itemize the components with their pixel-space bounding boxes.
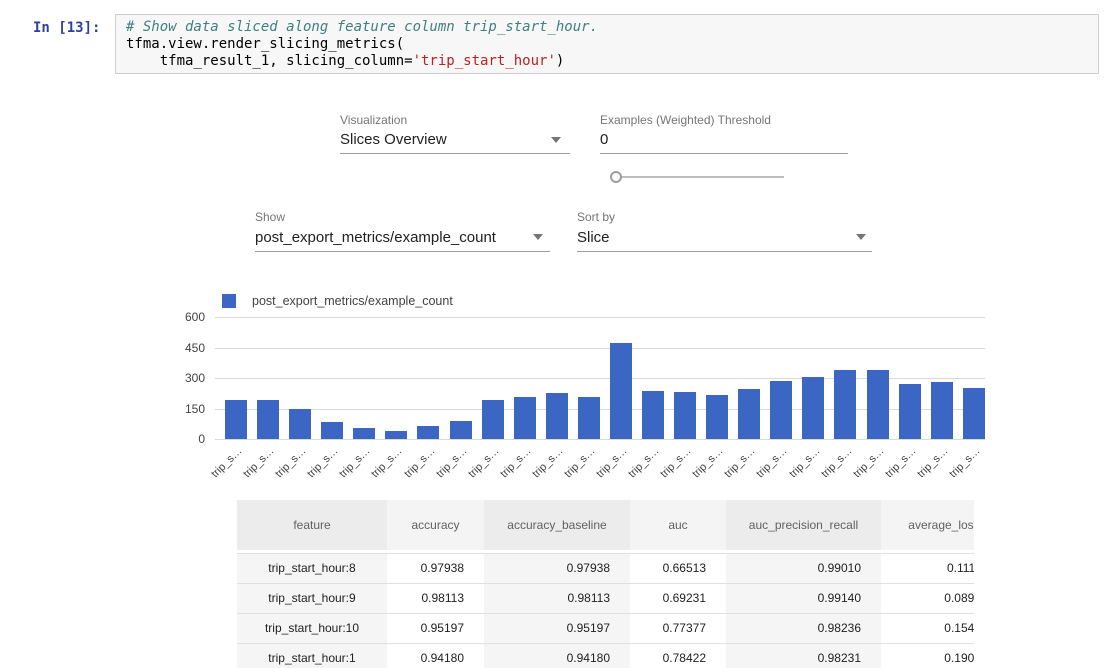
- bar[interactable]: [578, 397, 600, 439]
- bar[interactable]: [706, 395, 728, 439]
- bar[interactable]: [931, 382, 953, 439]
- table-row[interactable]: trip_start_hour:10.941800.941800.784220.…: [237, 643, 974, 668]
- chart-bars: [225, 317, 985, 439]
- bar[interactable]: [738, 389, 760, 439]
- table-header-cell[interactable]: auc_precision_recall: [726, 500, 881, 550]
- table-header-row: featureaccuracyaccuracy_baselineaucauc_p…: [237, 500, 974, 550]
- table-header-cell[interactable]: accuracy_baseline: [484, 500, 630, 550]
- sortby-chevron-down-icon[interactable]: [856, 234, 866, 240]
- bar[interactable]: [867, 370, 889, 439]
- threshold-input[interactable]: 0: [600, 131, 608, 148]
- bar[interactable]: [610, 343, 632, 439]
- visualization-underline: [340, 153, 570, 154]
- bar[interactable]: [674, 392, 696, 439]
- code-string: 'trip_start_hour': [413, 53, 556, 69]
- table-row[interactable]: trip_start_hour:100.951970.951970.773770…: [237, 613, 974, 643]
- threshold-label: Examples (Weighted) Threshold: [600, 113, 771, 127]
- metric-cell: 0.99010: [726, 554, 881, 583]
- metric-cell: 0.97938: [484, 554, 630, 583]
- table-row[interactable]: trip_start_hour:90.981130.981130.692310.…: [237, 583, 974, 613]
- sortby-underline: [577, 251, 872, 252]
- code-line3-pre: tfma_result_1, slicing_column=: [126, 53, 413, 69]
- table-body: trip_start_hour:80.979380.979380.665130.…: [237, 553, 974, 668]
- bar[interactable]: [257, 400, 279, 439]
- metric-cell: 0.97938: [387, 554, 484, 583]
- show-chevron-down-icon[interactable]: [533, 234, 543, 240]
- visualization-label: Visualization: [340, 113, 407, 127]
- bar[interactable]: [770, 381, 792, 439]
- metric-cell: 0.66513: [630, 554, 726, 583]
- bar[interactable]: [642, 391, 664, 439]
- sortby-select[interactable]: Slice: [577, 229, 610, 246]
- metric-cell: 0.94180: [484, 644, 630, 668]
- metric-cell: 0.0892: [881, 584, 974, 613]
- bar[interactable]: [963, 388, 985, 439]
- y-tick-label: 150: [160, 402, 205, 416]
- code-comment: # Show data sliced along feature column …: [126, 19, 598, 35]
- table-row[interactable]: trip_start_hour:80.979380.979380.665130.…: [237, 553, 974, 583]
- bar[interactable]: [417, 426, 439, 439]
- bar[interactable]: [450, 421, 472, 439]
- y-tick-label: 600: [160, 310, 205, 324]
- code-cell[interactable]: # Show data sliced along feature column …: [115, 14, 1099, 74]
- threshold-slider-track[interactable]: [616, 176, 784, 178]
- sortby-label: Sort by: [577, 210, 615, 224]
- bar[interactable]: [385, 431, 407, 439]
- metric-cell: 0.95197: [484, 614, 630, 643]
- bar[interactable]: [514, 397, 536, 439]
- code-line2: tfma.view.render_slicing_metrics(: [126, 36, 404, 52]
- metrics-table: featureaccuracyaccuracy_baselineaucauc_p…: [237, 500, 974, 668]
- metric-cell: 0.98236: [726, 614, 881, 643]
- bar[interactable]: [321, 422, 343, 439]
- feature-cell: trip_start_hour:8: [237, 554, 387, 583]
- show-label: Show: [255, 210, 285, 224]
- metric-cell: 0.98231: [726, 644, 881, 668]
- bar[interactable]: [225, 400, 247, 439]
- threshold-underline: [600, 153, 848, 154]
- threshold-slider-handle[interactable]: [610, 171, 622, 183]
- metric-cell: 0.95197: [387, 614, 484, 643]
- bar[interactable]: [353, 428, 375, 439]
- table-header-cell[interactable]: feature: [237, 500, 387, 550]
- y-tick-label: 0: [160, 432, 205, 446]
- metric-cell: 0.1541: [881, 614, 974, 643]
- visualization-select[interactable]: Slices Overview: [340, 131, 447, 148]
- visualization-chevron-down-icon[interactable]: [551, 137, 561, 143]
- bar[interactable]: [834, 370, 856, 439]
- metric-cell: 0.98113: [387, 584, 484, 613]
- metric-cell: 0.69231: [630, 584, 726, 613]
- feature-cell: trip_start_hour:1: [237, 644, 387, 668]
- bar[interactable]: [289, 409, 311, 440]
- bar[interactable]: [546, 393, 568, 439]
- y-tick-label: 450: [160, 341, 205, 355]
- bar[interactable]: [802, 377, 824, 439]
- table-header-cell[interactable]: average_los: [881, 500, 974, 550]
- metric-cell: 0.1111: [881, 554, 974, 583]
- y-tick-label: 300: [160, 371, 205, 385]
- metric-cell: 0.99140: [726, 584, 881, 613]
- metric-cell: 0.77377: [630, 614, 726, 643]
- metric-cell: 0.78422: [630, 644, 726, 668]
- legend-label: post_export_metrics/example_count: [252, 294, 453, 308]
- table-header-cell[interactable]: auc: [630, 500, 726, 550]
- metric-cell: 0.98113: [484, 584, 630, 613]
- bar[interactable]: [899, 384, 921, 439]
- feature-cell: trip_start_hour:9: [237, 584, 387, 613]
- show-underline: [255, 251, 550, 252]
- notebook-page: In [13]: # Show data sliced along featur…: [0, 0, 1111, 668]
- feature-cell: trip_start_hour:10: [237, 614, 387, 643]
- metric-cell: 0.1901: [881, 644, 974, 668]
- metric-cell: 0.94180: [387, 644, 484, 668]
- legend-swatch: [222, 294, 236, 308]
- bar[interactable]: [482, 400, 504, 439]
- cell-prompt: In [13]:: [33, 20, 100, 36]
- gridline: [215, 439, 985, 440]
- code-line3-post: ): [556, 53, 564, 69]
- table-header-cell[interactable]: accuracy: [387, 500, 484, 550]
- show-select[interactable]: post_export_metrics/example_count: [255, 229, 496, 246]
